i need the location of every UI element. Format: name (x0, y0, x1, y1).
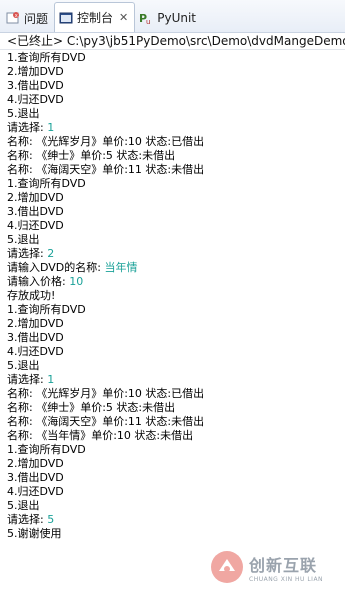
chuangxin-logo-icon (211, 551, 243, 583)
console-line: 2.增加DVD (7, 65, 343, 79)
tab-problems[interactable]: x 问题 (2, 4, 54, 32)
console-output-text: 5.谢谢使用 (7, 527, 62, 540)
console-output-text: 名称: 《光辉岁月》单价:10 状态:已借出 (7, 387, 205, 400)
console-output-text: 4.归还DVD (7, 93, 64, 106)
console-output-text: 3.借出DVD (7, 331, 64, 344)
tab-label: 控制台 (77, 11, 114, 25)
console-output-text: 4.归还DVD (7, 345, 64, 358)
svg-text:x: x (15, 13, 18, 19)
tab-pyunit[interactable]: P u PyUnit (135, 4, 202, 32)
close-icon[interactable]: ✕ (119, 11, 128, 24)
console-line: 5.退出 (7, 499, 343, 513)
console-line: 1.查询所有DVD (7, 51, 343, 65)
console-line: 3.借出DVD (7, 471, 343, 485)
console-output-text: 2.增加DVD (7, 65, 64, 78)
console-output[interactable]: 1.查询所有DVD 2.增加DVD 3.借出DVD 4.归还DVD 5.退出 请选择: 1… (7, 51, 343, 541)
console-output-text: 1.查询所有DVD (7, 51, 86, 64)
console-output-text: 请输入价格: (7, 275, 70, 288)
console-line: 名称: 《绅士》单价:5 状态:未借出 (7, 149, 343, 163)
console-icon (59, 11, 73, 25)
console-line: 名称: 《海阔天空》单价:11 状态:未借出 (7, 415, 343, 429)
console-line: 5.退出 (7, 107, 343, 121)
watermark-en-text: CHUANG XIN HU LIAN (249, 575, 324, 583)
terminated-path-label: <已终止> C:\py3\jb51PyDemo\src\Demo\dvdMang… (0, 33, 345, 50)
console-line: 2.增加DVD (7, 191, 343, 205)
watermark-cn-text: 创新互联 (249, 555, 318, 575)
console-output-text: 名称: 《当年情》单价:10 状态:未借出 (7, 429, 194, 442)
console-line: 名称: 《绅士》单价:5 状态:未借出 (7, 401, 343, 415)
console-output-text: 2.增加DVD (7, 317, 64, 330)
console-line: 请选择: 1 (7, 121, 343, 135)
console-output-text: 名称: 《光辉岁月》单价:10 状态:已借出 (7, 135, 205, 148)
console-output-text: 2.增加DVD (7, 457, 64, 470)
console-line: 请选择: 1 (7, 373, 343, 387)
console-output-text: 名称: 《海阔天空》单价:11 状态:未借出 (7, 415, 205, 428)
console-output-text: 名称: 《绅士》单价:5 状态:未借出 (7, 401, 176, 414)
console-output-text: 请选择: (7, 513, 48, 526)
svg-text:u: u (146, 18, 150, 25)
console-line: 名称: 《当年情》单价:10 状态:未借出 (7, 429, 343, 443)
console-user-input: 10 (69, 275, 84, 288)
console-line: 3.借出DVD (7, 79, 343, 93)
console-user-input: 5 (47, 513, 55, 526)
console-output-text: 请选择: (7, 373, 48, 386)
console-output-text: 名称: 《绅士》单价:5 状态:未借出 (7, 149, 176, 162)
console-line: 名称: 《光辉岁月》单价:10 状态:已借出 (7, 135, 343, 149)
console-line: 请输入价格: 10 (7, 275, 343, 289)
console-line: 4.归还DVD (7, 345, 343, 359)
console-user-input: 1 (47, 373, 55, 386)
console-output-text: 4.归还DVD (7, 219, 64, 232)
console-line: 5.谢谢使用 (7, 527, 343, 541)
tab-label: 问题 (24, 11, 49, 26)
console-line: 2.增加DVD (7, 317, 343, 331)
console-output-text: 请选择: (7, 247, 48, 260)
console-user-input: 2 (47, 247, 55, 260)
console-line: 请选择: 2 (7, 247, 343, 261)
console-output-text: 1.查询所有DVD (7, 303, 86, 316)
console-output-text: 5.退出 (7, 359, 40, 372)
console-output-text: 3.借出DVD (7, 205, 64, 218)
console-line: 存放成功! (7, 289, 343, 303)
console-output-text: 1.查询所有DVD (7, 443, 86, 456)
console-line: 1.查询所有DVD (7, 177, 343, 191)
console-user-input: 1 (47, 121, 55, 134)
tab-console[interactable]: 控制台 ✕ (54, 2, 136, 32)
console-line: 1.查询所有DVD (7, 443, 343, 457)
problems-icon: x (6, 11, 20, 25)
console-line: 2.增加DVD (7, 457, 343, 471)
console-line: 1.查询所有DVD (7, 303, 343, 317)
console-line: 5.退出 (7, 359, 343, 373)
view-tab-bar: x 问题 控制台 ✕ P u PyUnit (0, 0, 345, 33)
console-output-text: 5.退出 (7, 499, 40, 512)
console-line: 名称: 《光辉岁月》单价:10 状态:已借出 (7, 387, 343, 401)
console-output-text: 5.退出 (7, 233, 40, 246)
console-line: 4.归还DVD (7, 93, 343, 107)
console-line: 3.借出DVD (7, 205, 343, 219)
tab-label: PyUnit (157, 11, 197, 25)
console-line: 4.归还DVD (7, 219, 343, 233)
console-user-input: 当年情 (104, 261, 138, 274)
console-output-text: 3.借出DVD (7, 471, 64, 484)
console-output-text: 1.查询所有DVD (7, 177, 86, 190)
console-output-text: 请选择: (7, 121, 48, 134)
console-line: 4.归还DVD (7, 485, 343, 499)
console-line: 3.借出DVD (7, 331, 343, 345)
console-output-text: 名称: 《海阔天空》单价:11 状态:未借出 (7, 163, 205, 176)
console-output-text: 3.借出DVD (7, 79, 64, 92)
console-output-text: 存放成功! (7, 289, 56, 302)
console-line: 请选择: 5 (7, 513, 343, 527)
console-line: 5.退出 (7, 233, 343, 247)
console-output-text: 4.归还DVD (7, 485, 64, 498)
console-line: 请输入DVD的名称: 当年情 (7, 261, 343, 275)
console-line: 名称: 《海阔天空》单价:11 状态:未借出 (7, 163, 343, 177)
pyunit-icon: P u (139, 11, 153, 26)
watermark-logo: 创新互联 CHUANG XIN HU LIAN (205, 540, 345, 594)
console-output-text: 请输入DVD的名称: (7, 261, 105, 274)
console-output-text: 5.退出 (7, 107, 40, 120)
console-output-text: 2.增加DVD (7, 191, 64, 204)
